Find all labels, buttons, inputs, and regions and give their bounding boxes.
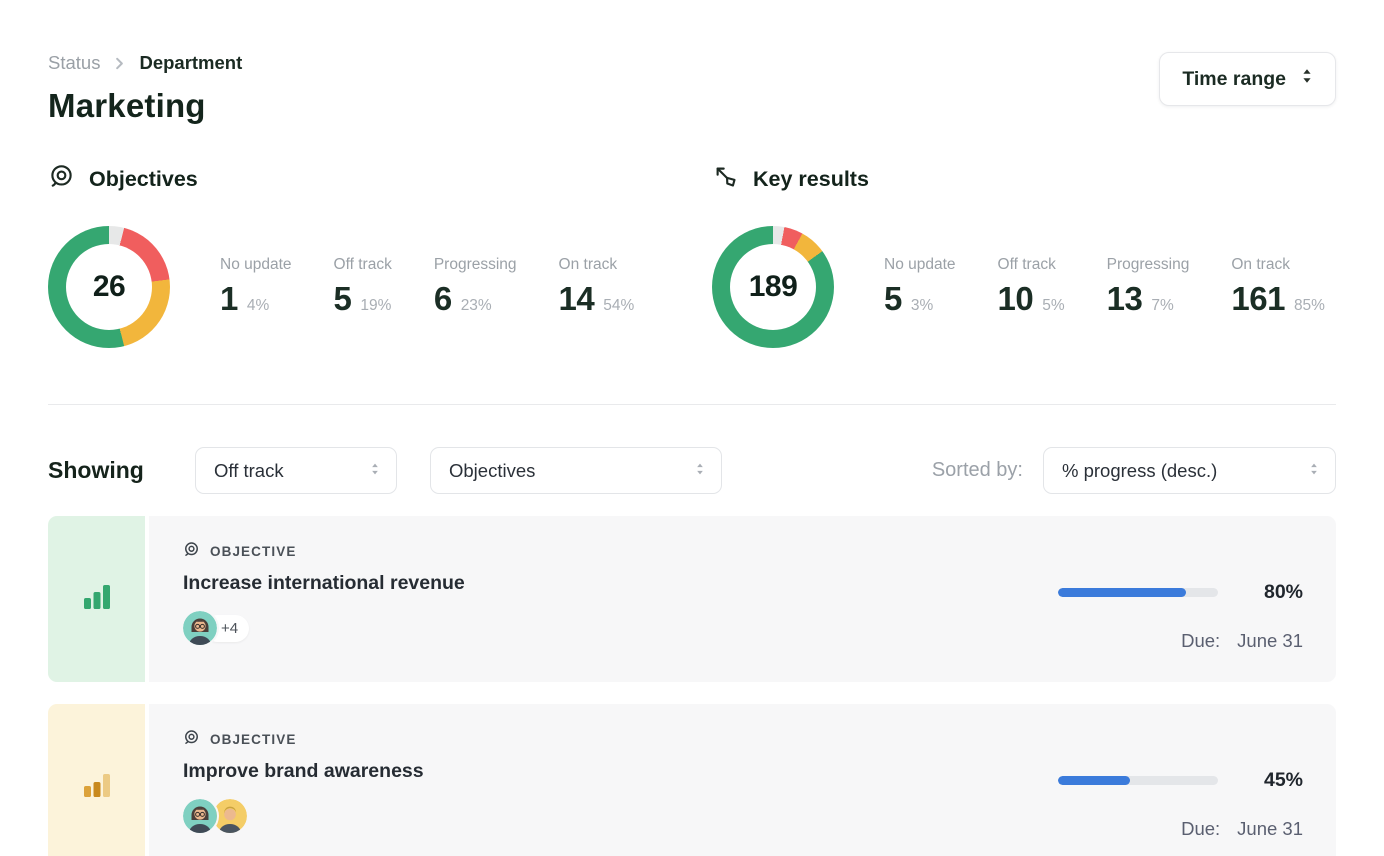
objectives-stats: No update 14% Off track 519% Progressing…	[220, 256, 634, 318]
objective-tag-label: OBJECTIVE	[210, 732, 296, 747]
objectives-title: Objectives	[89, 167, 198, 192]
status-accent-panel	[48, 704, 145, 856]
breadcrumb: Status Department	[48, 52, 242, 74]
status-accent-panel	[48, 516, 145, 682]
green-bar-chart-icon	[83, 584, 111, 614]
objectives-donut-chart: 26	[48, 226, 170, 348]
progress-bar	[1058, 776, 1218, 785]
card-body: OBJECTIVE Improve brand awareness 45%	[149, 704, 1336, 856]
objective-tag-label: OBJECTIVE	[210, 544, 296, 559]
progress-percent: 80%	[1257, 581, 1303, 604]
section-divider	[48, 404, 1336, 405]
breadcrumb-status[interactable]: Status	[48, 52, 100, 74]
objectives-total: 26	[66, 244, 152, 330]
objectives-donut-row: 26 No update 14% Off track 519% Progress…	[48, 226, 712, 348]
objective-card-increase-international-revenue[interactable]: OBJECTIVE Increase international revenue…	[48, 516, 1336, 682]
page-header: Status Department Marketing Time range	[48, 52, 1336, 125]
progress-bar-fill	[1058, 588, 1186, 597]
avatar-man[interactable]	[213, 799, 247, 833]
objective-tag: OBJECTIVE	[183, 541, 1303, 561]
due-date-row: Due: June 31	[1181, 818, 1303, 840]
status-filter-value: Off track	[214, 460, 284, 482]
owner-avatars[interactable]: +4	[183, 611, 1303, 645]
page-title: Marketing	[48, 87, 242, 125]
key-results-donut-row: 189 No update 53% Off track 105% Progres…	[712, 226, 1336, 348]
due-value: June 31	[1237, 818, 1303, 840]
time-range-label: Time range	[1182, 68, 1286, 91]
status-filter-select[interactable]: Off track	[195, 447, 397, 494]
sort-arrows-icon	[695, 460, 705, 482]
due-value: June 31	[1237, 630, 1303, 652]
sort-value: % progress (desc.)	[1062, 460, 1217, 482]
stat-progressing: Progressing 623%	[434, 256, 517, 318]
objective-card-improve-brand-awareness[interactable]: OBJECTIVE Improve brand awareness 45%	[48, 704, 1336, 856]
sort-arrows-icon	[1301, 67, 1313, 91]
due-label: Due:	[1181, 630, 1220, 652]
objective-list: OBJECTIVE Increase international revenue…	[48, 516, 1336, 856]
owner-avatars[interactable]	[183, 799, 1303, 833]
avatar-woman[interactable]	[183, 799, 217, 833]
progress-bar-fill	[1058, 776, 1130, 785]
summary-section: Objectives 26 No update 14% Off track 51…	[48, 163, 1336, 348]
key-results-total: 189	[730, 244, 816, 330]
time-range-button[interactable]: Time range	[1159, 52, 1336, 106]
stat-progressing: Progressing 137%	[1107, 256, 1190, 318]
key-results-header: Key results	[712, 163, 1336, 196]
objective-target-icon	[48, 163, 75, 196]
sort-arrows-icon	[370, 460, 380, 482]
objectives-summary: Objectives 26 No update 14% Off track 51…	[48, 163, 712, 348]
key-results-summary: Key results 189 No update 53% Off track …	[712, 163, 1336, 348]
due-date-row: Due: June 31	[1181, 630, 1303, 652]
progress-percent: 45%	[1257, 769, 1303, 792]
filter-bar: Showing Off track Objectives Sorted by: …	[48, 447, 1336, 494]
chevron-right-icon	[112, 56, 127, 71]
objective-tag: OBJECTIVE	[183, 729, 1303, 749]
objective-target-icon	[183, 541, 200, 561]
header-left: Status Department Marketing	[48, 52, 242, 125]
breadcrumb-department[interactable]: Department	[139, 52, 242, 74]
showing-label: Showing	[48, 457, 195, 484]
sorted-by-label: Sorted by:	[932, 459, 1023, 482]
type-filter-select[interactable]: Objectives	[430, 447, 722, 494]
sort-select[interactable]: % progress (desc.)	[1043, 447, 1336, 494]
progress-bar	[1058, 588, 1218, 597]
objectives-header: Objectives	[48, 163, 712, 196]
key-results-donut-chart: 189	[712, 226, 834, 348]
stat-no-update: No update 14%	[220, 256, 292, 318]
stat-off-track: Off track 105%	[998, 256, 1065, 318]
due-label: Due:	[1181, 818, 1220, 840]
stat-no-update: No update 53%	[884, 256, 956, 318]
type-filter-value: Objectives	[449, 460, 535, 482]
stat-on-track: On track 1454%	[559, 256, 635, 318]
key-results-stats: No update 53% Off track 105% Progressing…	[884, 256, 1325, 318]
stat-off-track: Off track 519%	[334, 256, 392, 318]
key-results-title: Key results	[753, 167, 869, 192]
card-body: OBJECTIVE Increase international revenue…	[149, 516, 1336, 682]
amber-bar-chart-icon	[83, 772, 111, 802]
avatar-woman[interactable]	[183, 611, 217, 645]
progress-row: 80%	[1058, 581, 1303, 604]
stat-on-track: On track 16185%	[1231, 256, 1325, 318]
key-result-arrow-icon	[712, 163, 739, 196]
progress-row: 45%	[1058, 769, 1303, 792]
sort-arrows-icon	[1309, 460, 1319, 482]
objective-target-icon	[183, 729, 200, 749]
okr-dashboard: Status Department Marketing Time range	[0, 0, 1384, 856]
